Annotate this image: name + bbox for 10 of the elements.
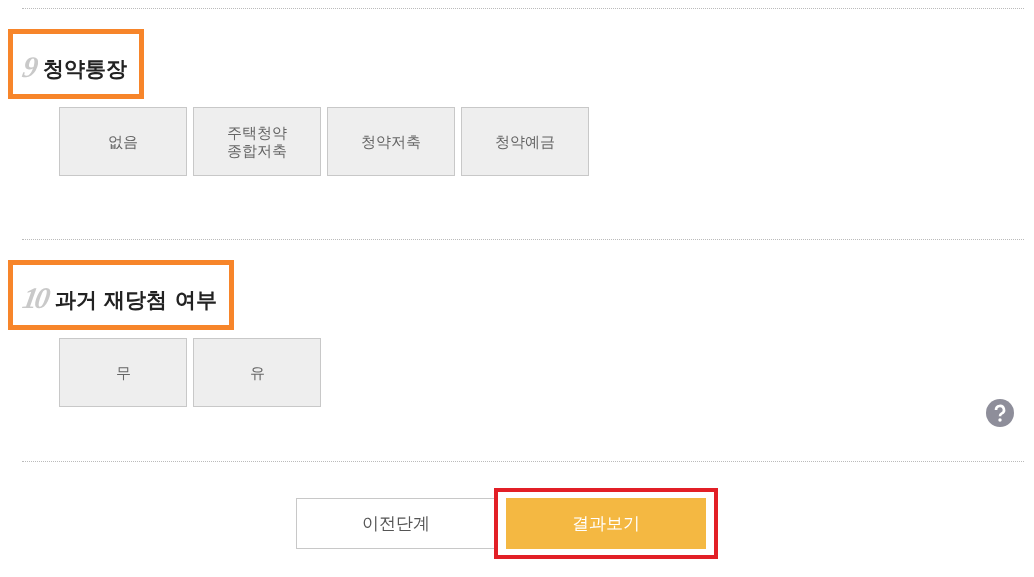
option-button[interactable]: 주택청약 종합저축 bbox=[193, 107, 321, 176]
previous-button[interactable]: 이전단계 bbox=[296, 498, 496, 549]
section-title: 과거 재당첨 여부 bbox=[55, 287, 217, 313]
option-button[interactable]: 유 bbox=[193, 338, 321, 407]
help-icon[interactable] bbox=[986, 399, 1014, 427]
option-button[interactable]: 무 bbox=[59, 338, 187, 407]
option-button[interactable]: 청약예금 bbox=[461, 107, 589, 176]
option-button[interactable]: 없음 bbox=[59, 107, 187, 176]
section-title: 청약통장 bbox=[43, 56, 127, 82]
option-button[interactable]: 청약저축 bbox=[327, 107, 455, 176]
